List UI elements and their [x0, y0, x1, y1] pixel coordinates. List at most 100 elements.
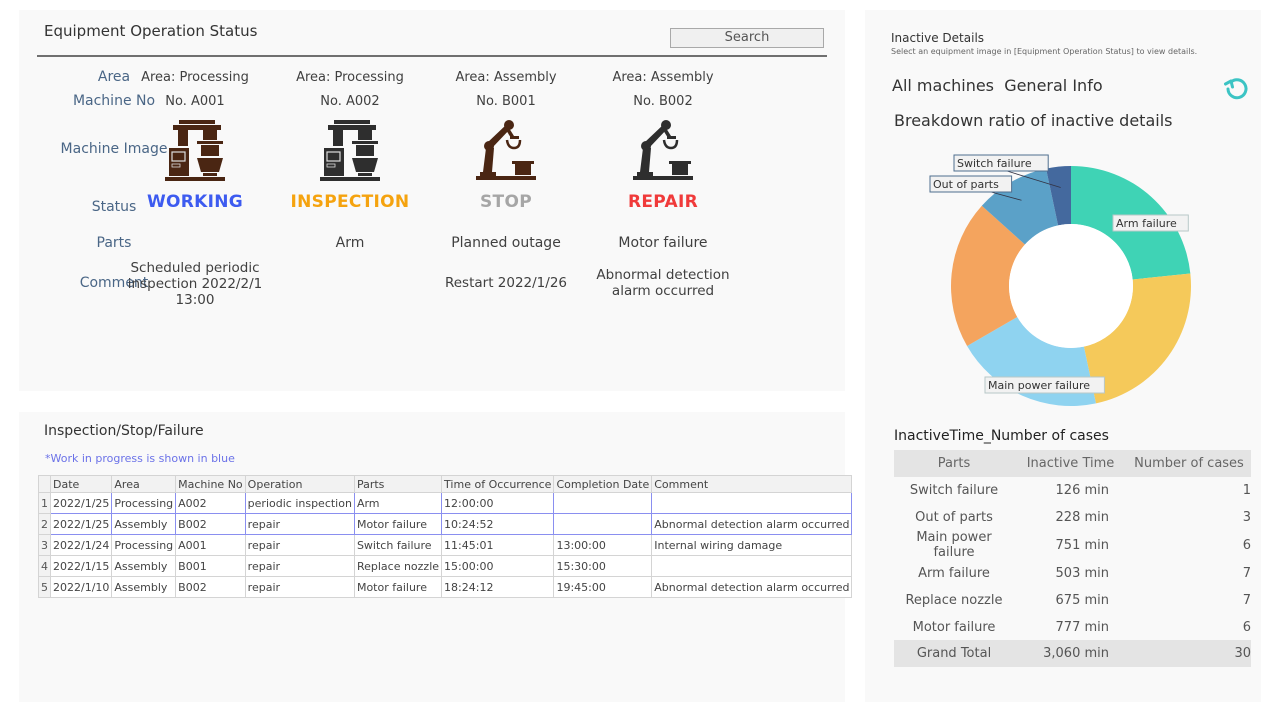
summary-cases: 6 — [1242, 537, 1251, 553]
table-cell[interactable]: A002 — [175, 492, 246, 514]
machine-comment: Scheduled periodic inspection 2022/2/1 1… — [127, 260, 263, 308]
table-cell[interactable]: 2022/1/25 — [49, 513, 113, 535]
column-header[interactable]: Machine No — [175, 475, 246, 493]
row-number: 5 — [38, 576, 51, 598]
table-cell[interactable]: repair — [244, 555, 355, 577]
column-header[interactable]: Date — [49, 475, 113, 493]
table-cell[interactable] — [553, 492, 653, 514]
table-cell[interactable]: 15:30:00 — [553, 555, 653, 577]
table-row[interactable]: 3 2022/1/24 Processing A001 repair Switch fai… — [38, 534, 853, 556]
table-cell[interactable]: B002 — [175, 576, 246, 598]
table-cell[interactable]: Motor failure — [353, 576, 443, 598]
column-header[interactable]: Completion Date — [553, 475, 653, 493]
column-header[interactable]: Operation — [244, 475, 355, 493]
summary-column-header: Parts — [894, 450, 1014, 477]
table-cell[interactable] — [651, 492, 853, 514]
table-cell[interactable]: Processing — [111, 492, 177, 514]
table-cell[interactable]: 10:24:52 — [441, 513, 555, 535]
robot-arm-icon[interactable] — [474, 118, 544, 182]
summary-row: Arm failure 503 min 7 — [894, 560, 1251, 587]
machine-number: No. A002 — [320, 94, 380, 109]
table-cell[interactable]: Replace nozzle — [353, 555, 443, 577]
summary-row: Motor failure 777 min 6 — [894, 614, 1251, 641]
status-badge: STOP — [480, 192, 532, 212]
column-header[interactable]: Comment — [651, 475, 853, 493]
table-cell[interactable]: Motor failure — [353, 513, 443, 535]
table-cell[interactable]: 2022/1/25 — [49, 492, 113, 514]
table-cell[interactable]: 2022/1/24 — [49, 534, 113, 556]
table-cell[interactable]: Assembly — [111, 513, 177, 535]
table-cell[interactable]: Internal wiring damage — [651, 534, 853, 556]
table-cell[interactable]: 12:00:00 — [441, 492, 555, 514]
table-cell[interactable]: 19:45:00 — [553, 576, 653, 598]
table-cell[interactable]: periodic inspection — [244, 492, 355, 514]
processing-machine-icon[interactable] — [163, 118, 233, 182]
table-cell[interactable]: B001 — [175, 555, 246, 577]
column-header[interactable]: Time of Occurrence — [441, 475, 555, 493]
table-cell[interactable]: 13:00:00 — [553, 534, 653, 556]
table-cell[interactable]: Abnormal detection alarm occurred — [651, 513, 853, 535]
summary-time: 777 min — [1055, 619, 1109, 635]
row-label-parts: Parts — [96, 235, 132, 251]
panel-title: Inspection/Stop/Failure — [44, 423, 204, 439]
machine-parts: Arm — [335, 235, 365, 251]
summary-time: 751 min — [1055, 537, 1109, 553]
machine-area: Area: Processing — [296, 70, 404, 85]
summary-column-header: Number of cases — [1127, 450, 1251, 477]
table-cell[interactable]: 11:45:01 — [441, 534, 555, 556]
table-cell[interactable]: B002 — [175, 513, 246, 535]
inspection-panel: Inspection/Stop/Failure *Work in progres… — [19, 412, 853, 702]
processing-machine-icon[interactable] — [318, 118, 388, 182]
table-cell[interactable]: repair — [244, 576, 355, 598]
divider — [37, 55, 827, 57]
machine-area: Area: Assembly — [612, 70, 714, 85]
row-number-header — [38, 475, 51, 493]
search-button[interactable]: Search — [670, 28, 824, 48]
machine-comment: Restart 2022/1/26 — [444, 275, 568, 291]
machine-comment: Abnormal detection alarm occurred — [596, 267, 730, 299]
table-cell[interactable]: 15:00:00 — [441, 555, 555, 577]
table-row[interactable]: 2 2022/1/25 Assembly B002 repair Motor failur… — [38, 513, 853, 535]
table-cell[interactable]: 2022/1/10 — [49, 576, 113, 598]
table-cell[interactable] — [553, 513, 653, 535]
equipment-status-panel: Equipment Operation Status Search Area M… — [19, 10, 845, 391]
inactive-details-panel: Inactive Details Select an equipment ima… — [865, 10, 1261, 702]
table-cell[interactable]: Assembly — [111, 576, 177, 598]
table-cell[interactable]: A001 — [175, 534, 246, 556]
machine-number: No. B002 — [633, 94, 693, 109]
table-cell[interactable]: 18:24:12 — [441, 576, 555, 598]
row-number: 3 — [38, 534, 51, 556]
robot-arm-icon[interactable] — [631, 118, 701, 182]
row-number: 1 — [38, 492, 51, 514]
table-row[interactable]: 1 2022/1/25 Processing A002 periodic inspect… — [38, 492, 853, 514]
table-cell[interactable]: repair — [244, 534, 355, 556]
summary-cases: 1 — [1242, 482, 1251, 498]
table-cell[interactable]: repair — [244, 513, 355, 535]
table-cell[interactable]: Assembly — [111, 555, 177, 577]
table-cell[interactable]: 2022/1/15 — [49, 555, 113, 577]
total-cases: 30 — [1127, 640, 1251, 668]
column-header[interactable]: Parts — [353, 475, 443, 493]
summary-cases: 7 — [1242, 566, 1251, 582]
status-badge: WORKING — [146, 192, 244, 212]
table-row[interactable]: 4 2022/1/15 Assembly B001 repair Replace nozz… — [38, 555, 853, 577]
status-badge: REPAIR — [628, 192, 698, 212]
summary-part: Arm failure — [918, 566, 990, 582]
summary-time: 503 min — [1055, 566, 1109, 582]
summary-part: Switch failure — [909, 482, 999, 498]
total-label: Grand Total — [894, 640, 1014, 668]
table-cell[interactable]: Abnormal detection alarm occurred — [651, 576, 853, 598]
table-cell[interactable]: Switch failure — [353, 534, 443, 556]
table-cell[interactable]: Processing — [111, 534, 177, 556]
summary-column-header: Inactive Time — [1014, 450, 1127, 477]
table-cell[interactable]: Arm — [353, 492, 443, 514]
table-cell[interactable] — [651, 555, 853, 577]
summary-part: Motor failure — [912, 619, 996, 635]
summary-part: Main power failure — [916, 530, 992, 561]
column-header[interactable]: Area — [111, 475, 177, 493]
wip-note: *Work in progress is shown in blue — [45, 452, 235, 465]
summary-part: Replace nozzle — [905, 592, 1003, 608]
row-number: 2 — [38, 513, 51, 535]
table-row[interactable]: 5 2022/1/10 Assembly B002 repair Motor failur… — [38, 576, 853, 598]
summary-cases: 6 — [1242, 619, 1251, 635]
